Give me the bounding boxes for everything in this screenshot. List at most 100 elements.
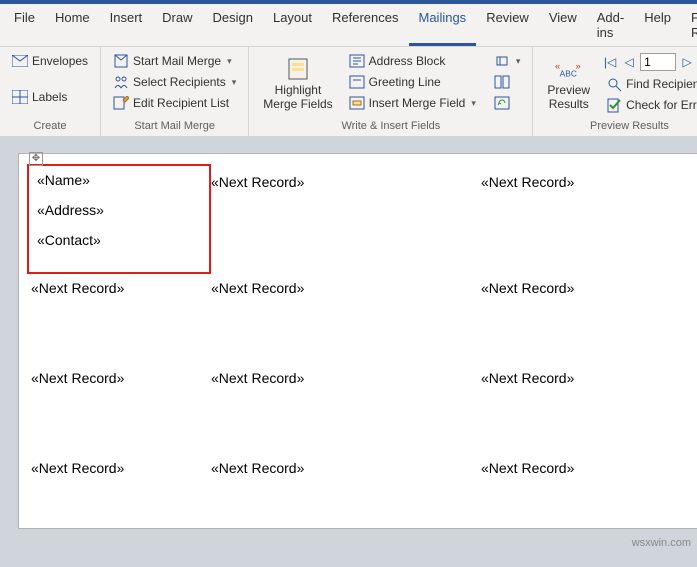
merge-field-contact: «Contact» (37, 232, 201, 248)
check-errors-button[interactable]: Check for Errors (602, 95, 697, 115)
label-cell[interactable]: «Next Record» (211, 274, 481, 364)
insert-merge-field-button[interactable]: Insert Merge Field (345, 93, 480, 113)
next-record-field: «Next Record» (211, 460, 304, 476)
edit-list-icon (113, 95, 129, 111)
document-area: ✥ «Name» «Address» «Contact» «Next Recor… (0, 137, 697, 567)
label-cell[interactable]: «Next Record» (31, 274, 211, 364)
envelope-icon (12, 53, 28, 69)
tab-draw[interactable]: Draw (152, 4, 202, 46)
mail-merge-icon (113, 53, 129, 69)
address-block-button[interactable]: Address Block (345, 51, 480, 71)
group-write-insert: Highlight Merge Fields Address Block Gre… (249, 47, 533, 136)
select-recipients-label: Select Recipients (133, 75, 226, 89)
highlight-merge-fields-button[interactable]: Highlight Merge Fields (257, 51, 338, 116)
tab-references[interactable]: References (322, 4, 408, 46)
next-record-field: «Next Record» (481, 370, 574, 386)
match-fields-icon (494, 74, 510, 90)
find-recipient-label: Find Recipient (626, 77, 697, 91)
tab-view[interactable]: View (539, 4, 587, 46)
next-record-field: «Next Record» (481, 460, 574, 476)
greeting-line-label: Greeting Line (369, 75, 441, 89)
tab-file[interactable]: File (4, 4, 45, 46)
update-labels-icon (494, 95, 510, 111)
next-record-field: «Next Record» (31, 460, 124, 476)
insert-merge-field-icon (349, 95, 365, 111)
group-preview-results-label: Preview Results (541, 118, 697, 134)
next-record-button[interactable]: ▷ (679, 53, 695, 71)
envelopes-label: Envelopes (32, 54, 88, 68)
address-block-label: Address Block (369, 54, 446, 68)
labels-icon (12, 89, 28, 105)
merge-field-name: «Name» (37, 172, 201, 188)
tab-home[interactable]: Home (45, 4, 100, 46)
greeting-line-icon (349, 74, 365, 90)
address-block-icon (349, 53, 365, 69)
highlight-icon (284, 55, 312, 83)
label-cell[interactable]: «Next Record» (31, 454, 211, 514)
table-anchor-icon[interactable]: ✥ (29, 152, 43, 166)
find-recipient-button[interactable]: Find Recipient (602, 74, 697, 94)
prev-record-button[interactable]: ◁ (621, 53, 637, 71)
labels-label: Labels (32, 90, 67, 104)
record-number-input[interactable] (640, 53, 676, 71)
search-icon (606, 76, 622, 92)
group-preview-results: «»ABC Preview Results |◁ ◁ ▷ ▷| Find Rec… (533, 47, 697, 136)
tab-design[interactable]: Design (203, 4, 263, 46)
label-cell-first[interactable]: «Name» «Address» «Contact» (27, 164, 211, 274)
tab-foxit[interactable]: Foxit Reade (681, 4, 697, 46)
labels-button[interactable]: Labels (8, 87, 92, 107)
label-cell[interactable]: «Next Record» (481, 274, 681, 364)
next-record-field: «Next Record» (481, 174, 574, 190)
svg-text:ABC: ABC (559, 68, 576, 78)
group-create-label: Create (8, 118, 92, 134)
check-errors-label: Check for Errors (626, 98, 697, 112)
tab-layout[interactable]: Layout (263, 4, 322, 46)
page[interactable]: ✥ «Name» «Address» «Contact» «Next Recor… (18, 153, 697, 529)
group-start-mail-merge-label: Start Mail Merge (109, 118, 240, 134)
label-cell[interactable]: «Next Record» (481, 364, 681, 454)
first-record-button[interactable]: |◁ (602, 53, 618, 71)
tab-mailings[interactable]: Mailings (409, 4, 477, 46)
edit-recipient-list-label: Edit Recipient List (133, 96, 229, 110)
next-record-field: «Next Record» (211, 174, 304, 190)
group-create: Envelopes Labels Create (0, 47, 101, 136)
envelopes-button[interactable]: Envelopes (8, 51, 92, 71)
merge-field-address: «Address» (37, 202, 201, 218)
start-mail-merge-label: Start Mail Merge (133, 54, 221, 68)
recipients-icon (113, 74, 129, 90)
greeting-line-button[interactable]: Greeting Line (345, 72, 480, 92)
rules-button[interactable] (490, 51, 525, 71)
rules-icon (494, 53, 510, 69)
tab-insert[interactable]: Insert (100, 4, 153, 46)
group-write-insert-label: Write & Insert Fields (257, 118, 524, 134)
select-recipients-button[interactable]: Select Recipients (109, 72, 240, 92)
label-cell[interactable]: «Next Record» (481, 454, 681, 514)
preview-results-button[interactable]: «»ABC Preview Results (541, 51, 596, 116)
next-record-field: «Next Record» (481, 280, 574, 296)
highlight-merge-fields-label: Highlight Merge Fields (263, 83, 332, 112)
label-cell[interactable]: «Next Record» (481, 168, 681, 274)
label-cell[interactable]: «Next Record» (31, 364, 211, 454)
label-cell[interactable]: «Next Record» (211, 168, 481, 274)
label-cell[interactable]: «Next Record» (211, 364, 481, 454)
preview-icon: «»ABC (555, 55, 583, 83)
next-record-field: «Next Record» (211, 370, 304, 386)
update-labels-button[interactable] (490, 93, 525, 113)
insert-merge-field-label: Insert Merge Field (369, 96, 466, 110)
group-start-mail-merge: Start Mail Merge Select Recipients Edit … (101, 47, 249, 136)
check-icon (606, 97, 622, 113)
tab-help[interactable]: Help (634, 4, 681, 46)
next-record-field: «Next Record» (211, 280, 304, 296)
tab-review[interactable]: Review (476, 4, 539, 46)
start-mail-merge-button[interactable]: Start Mail Merge (109, 51, 240, 71)
label-cell[interactable]: «Next Record» (211, 454, 481, 514)
ribbon-tabs: File Home Insert Draw Design Layout Refe… (0, 4, 697, 47)
watermark: wsxwin.com (632, 537, 691, 549)
match-fields-button[interactable] (490, 72, 525, 92)
ribbon: Envelopes Labels Create Sta (0, 47, 697, 137)
edit-recipient-list-button[interactable]: Edit Recipient List (109, 93, 240, 113)
next-record-field: «Next Record» (31, 370, 124, 386)
preview-results-label: Preview Results (547, 83, 590, 112)
tab-addins[interactable]: Add-ins (587, 4, 634, 46)
next-record-field: «Next Record» (31, 280, 124, 296)
